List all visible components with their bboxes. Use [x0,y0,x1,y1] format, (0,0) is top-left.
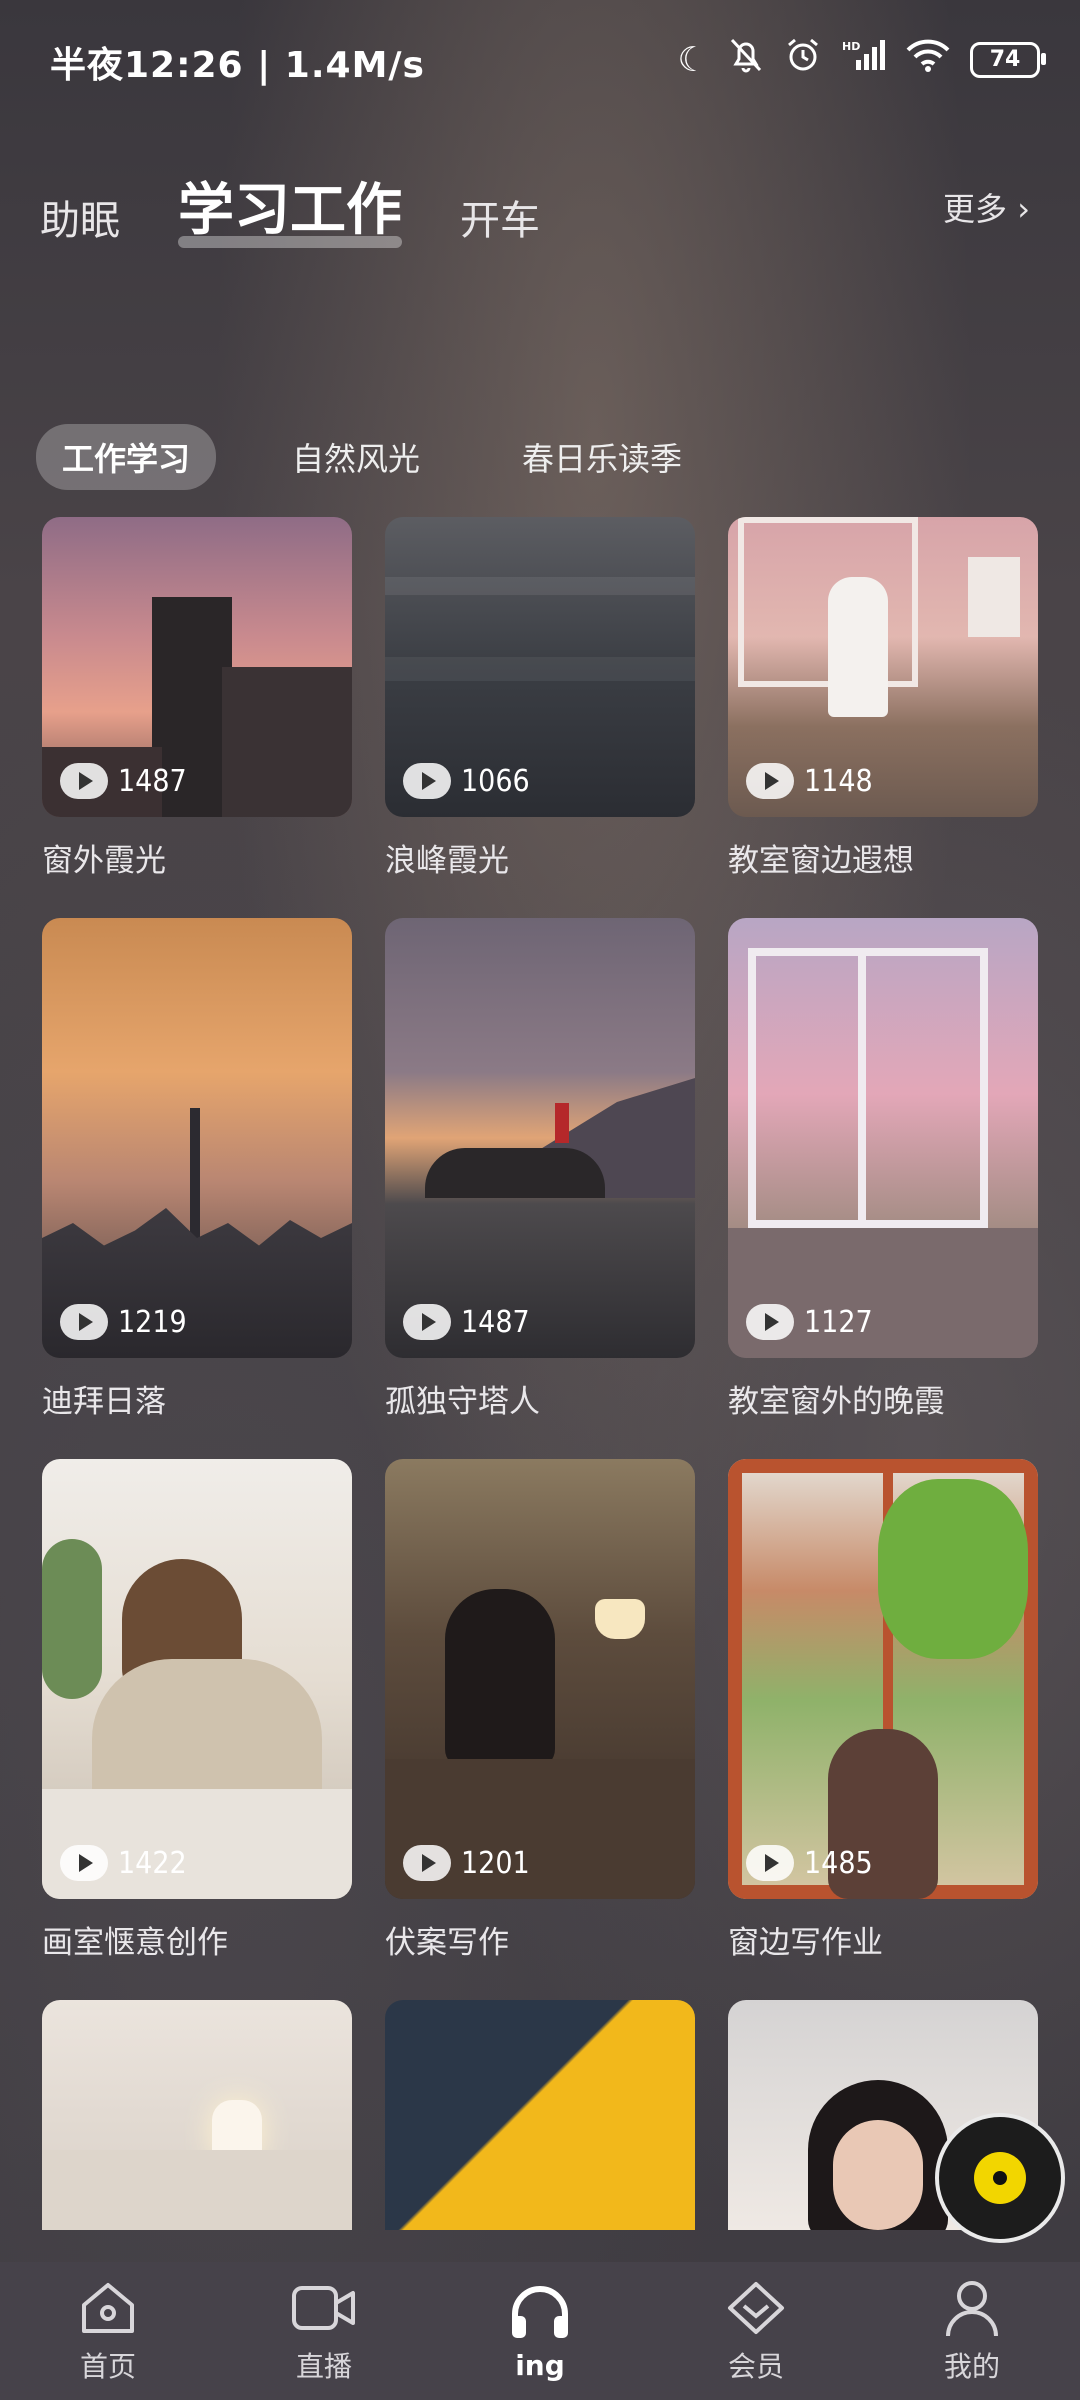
play-icon [403,1845,451,1881]
card-thumbnail: 1487 [385,918,695,1358]
home-icon [28,2277,188,2339]
nav-live[interactable]: 直播 [244,2277,404,2385]
svg-text:HD: HD [842,40,860,53]
scene-card[interactable]: 1487 孤独守塔人 [385,918,695,1421]
signal-icon: HD [842,38,886,81]
card-thumbnail: 1487 [42,517,352,817]
nav-mine-label: 我的 [943,2350,1000,2383]
nav-vip-label: 会员 [727,2350,784,2383]
scene-card[interactable]: 1487 窗外霞光 [42,517,352,880]
card-title: 迪拜日落 [42,1384,166,1420]
bottom-nav: 首页 直播 ing 会员 我的 [0,2262,1080,2400]
status-time: 半夜12:26 | 1.4M/s [50,45,425,86]
more-button[interactable]: 更多 › [943,184,1030,230]
card-title: 伏案写作 [385,1925,509,1961]
mini-player-button[interactable] [935,2113,1065,2243]
scene-card[interactable]: 1422 画室惬意创作 [42,1459,352,1962]
chevron-right-icon: › [1017,190,1030,228]
scene-card[interactable]: 1066 浪峰霞光 [385,517,695,880]
card-title: 窗外霞光 [42,843,166,879]
alarm-icon [784,36,822,83]
scene-card[interactable]: 1201 伏案写作 [385,1459,695,1962]
play-icon [60,1845,108,1881]
play-icon [403,1304,451,1340]
card-thumbnail [385,2000,695,2230]
nav-live-label: 直播 [295,2350,352,2383]
tab-study-work[interactable]: 学习工作 [178,165,402,248]
card-title: 教室窗外的晚霞 [728,1384,945,1420]
user-icon [892,2277,1052,2339]
card-title: 窗边写作业 [728,1925,883,1961]
more-label: 更多 [943,190,1008,228]
scene-card[interactable]: 1219 迪拜日落 [42,918,352,1421]
scene-card[interactable] [42,2000,352,2230]
moon-icon: ☾ [677,39,708,80]
play-count: 1487 [403,1304,530,1340]
play-icon [746,1845,794,1881]
card-title: 孤独守塔人 [385,1384,540,1420]
play-icon [60,1304,108,1340]
tab-driving[interactable]: 开车 [460,188,540,246]
play-icon [746,1304,794,1340]
play-count: 1219 [60,1304,187,1340]
card-title: 浪峰霞光 [385,843,509,879]
play-count: 1066 [403,763,530,799]
diamond-icon [676,2277,836,2339]
scene-card[interactable]: 1127 教室窗外的晚霞 [728,918,1038,1421]
card-thumbnail: 1127 [728,918,1038,1358]
scene-card[interactable]: 1485 窗边写作业 [728,1459,1038,1962]
play-icon [60,763,108,799]
play-icon [403,763,451,799]
play-count: 1485 [746,1845,873,1881]
scene-card[interactable] [385,2000,695,2230]
play-count: 1201 [403,1845,530,1881]
play-count: 1148 [746,763,873,799]
battery-icon: 74 [970,41,1046,78]
scene-card[interactable]: 1148 教室窗边遐想 [728,517,1038,880]
sub-tabs: 工作学习 自然风光 春日乐读季 [36,424,708,490]
play-icon [746,763,794,799]
card-thumbnail: 1422 [42,1459,352,1899]
tab-sleep[interactable]: 助眠 [40,188,120,246]
nav-home[interactable]: 首页 [28,2277,188,2385]
status-bar: 半夜12:26 | 1.4M/s ☾ HD 74 [0,0,1080,120]
nav-ing-label: ing [515,2348,565,2382]
card-title: 教室窗边遐想 [728,843,914,879]
video-camera-icon [244,2277,404,2339]
nav-mine[interactable]: 我的 [892,2277,1052,2385]
subtab-work-study[interactable]: 工作学习 [36,424,217,490]
bell-off-icon [728,36,764,83]
card-thumbnail: 1219 [42,918,352,1358]
wifi-icon [906,38,950,81]
play-count: 1127 [746,1304,873,1340]
play-count: 1422 [60,1845,187,1881]
card-thumbnail: 1148 [728,517,1038,817]
nav-home-label: 首页 [79,2350,136,2383]
play-count: 1487 [60,763,187,799]
category-tabs: 助眠 学习工作 开车 [40,165,540,248]
record-disc-icon [974,2152,1026,2204]
subtab-spring-reading[interactable]: 春日乐读季 [496,424,708,490]
card-title: 画室惬意创作 [42,1925,228,1961]
nav-vip[interactable]: 会员 [676,2277,836,2385]
scene-grid: 1487 窗外霞光 1066 浪峰霞光 1148 教室窗边遐想 1219 迪拜日… [42,517,1042,2268]
nav-ing[interactable]: ing [460,2281,620,2382]
headphones-icon [460,2281,620,2343]
card-thumbnail: 1485 [728,1459,1038,1899]
subtab-nature[interactable]: 自然风光 [266,424,446,490]
card-thumbnail: 1066 [385,517,695,817]
card-thumbnail [42,2000,352,2230]
card-thumbnail: 1201 [385,1459,695,1899]
